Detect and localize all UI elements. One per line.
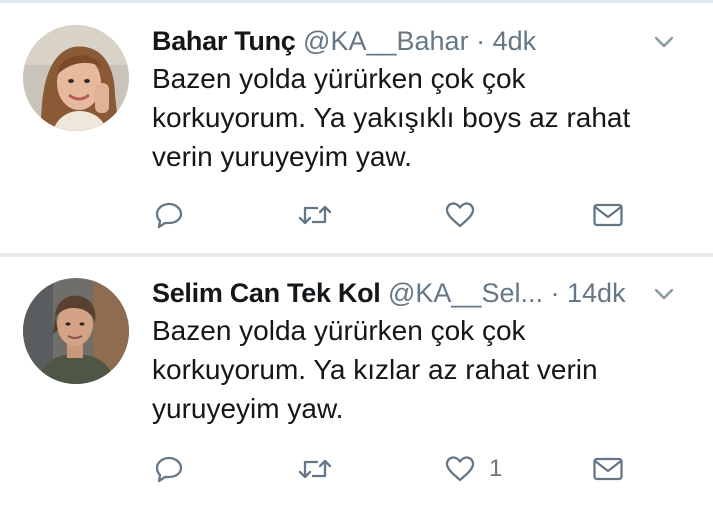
direct-message-button[interactable] [592,195,624,235]
envelope-icon [593,203,623,227]
retweet-icon [298,459,332,479]
avatar[interactable] [23,278,129,384]
avatar-photo [23,25,129,131]
separator-dot: · [550,278,560,308]
direct-message-button[interactable] [592,449,624,489]
like-button[interactable]: 1 [444,449,502,489]
tweet-text-line: yuruyeyim yaw. [152,393,344,424]
reply-button[interactable] [154,449,184,489]
tweet-text-line: Bazen yolda yürürken çok çok [152,315,526,346]
retweet-button[interactable] [298,195,332,235]
tweet[interactable]: Selim Can Tek Kol @KA__Sel... · 14dk Baz… [0,257,713,512]
retweet-button[interactable] [298,449,332,489]
tweet-header: Selim Can Tek Kol @KA__Sel... · 14dk [152,276,693,310]
tweet-header: Bahar Tunç @KA__Bahar · 4dk [152,24,693,58]
reply-icon [155,202,183,229]
timeline: Bahar Tunç @KA__Bahar · 4dk Bazen yolda … [0,0,713,512]
heart-icon [445,202,475,228]
tweet-text: Bazen yolda yürürken çok çok korkuyorum.… [152,311,692,428]
chevron-down-icon[interactable] [653,286,675,302]
tweet-time[interactable]: 14dk [567,278,626,308]
chevron-down-icon[interactable] [653,34,675,50]
tweet-text-line: Bazen yolda yürürken çok çok [152,63,526,94]
avatar-photo [23,278,129,384]
separator-dot: · [476,26,486,56]
envelope-icon [593,457,623,481]
retweet-icon [298,205,332,225]
author-handle[interactable]: @KA__Sel... [388,278,543,308]
tweet[interactable]: Bahar Tunç @KA__Bahar · 4dk Bazen yolda … [0,3,713,253]
tweet-time[interactable]: 4dk [493,26,537,56]
avatar[interactable] [23,25,129,131]
author-name[interactable]: Bahar Tunç [152,26,296,56]
like-count: 1 [489,455,503,482]
author-name[interactable]: Selim Can Tek Kol [152,278,381,308]
reply-button[interactable] [154,195,184,235]
reply-icon [155,456,183,483]
heart-icon [445,456,475,482]
like-button[interactable] [444,195,489,235]
action-bar [152,195,652,235]
action-bar: 1 [152,449,652,489]
tweet-text-line: korkuyorum. Ya yakışıklı boys az rahat [152,102,631,133]
tweet-text: Bazen yolda yürürken çok çok korkuyorum.… [152,59,692,176]
tweet-text-line: verin yuruyeyim yaw. [152,141,412,172]
author-handle[interactable]: @KA__Bahar [303,26,469,56]
tweet-text-line: korkuyorum. Ya kızlar az rahat verin [152,354,598,385]
